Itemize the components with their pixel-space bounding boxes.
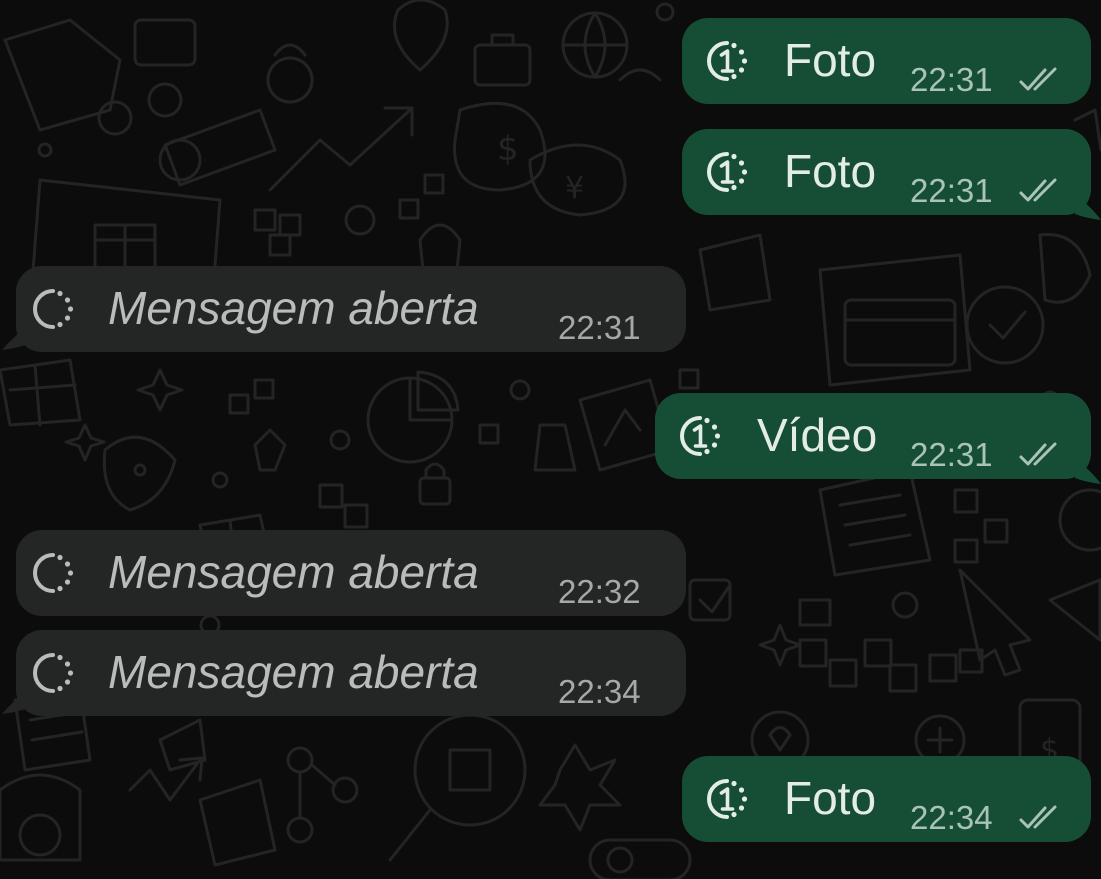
message-time: 22:31 <box>910 61 993 98</box>
message-time: 22:34 <box>558 673 641 710</box>
message-time: 22:32 <box>558 573 641 610</box>
message-bubble-outgoing[interactable]: Foto 22:34 <box>682 756 1091 842</box>
message-label: Foto <box>784 34 877 86</box>
message-label: Mensagem aberta <box>108 282 479 334</box>
message-time: 22:34 <box>910 799 993 836</box>
read-ticks-icon <box>1018 176 1062 206</box>
message-label: Foto <box>784 772 877 824</box>
read-ticks-icon <box>1018 65 1062 95</box>
message-label: Mensagem aberta <box>108 546 479 598</box>
view-once-opened-icon <box>32 652 74 694</box>
message-bubble-outgoing[interactable]: Vídeo 22:31 <box>655 393 1091 479</box>
message-time: 22:31 <box>558 309 641 346</box>
bubble-tail <box>1075 460 1101 486</box>
svg-text:$: $ <box>497 129 519 169</box>
message-bubble-incoming[interactable]: Mensagem aberta 22:31 <box>16 266 686 352</box>
message-bubble-outgoing[interactable]: Foto 22:31 <box>682 18 1091 104</box>
view-once-icon <box>706 151 748 193</box>
message-time: 22:31 <box>910 172 993 209</box>
message-label: Vídeo <box>757 409 878 461</box>
view-once-opened-icon <box>32 288 74 330</box>
view-once-icon <box>679 415 721 457</box>
message-bubble-outgoing[interactable]: Foto 22:31 <box>682 129 1091 215</box>
read-ticks-icon <box>1018 803 1062 833</box>
svg-text:¥: ¥ <box>565 171 584 206</box>
read-ticks-icon <box>1018 440 1062 470</box>
bubble-tail <box>0 690 28 716</box>
bubble-tail <box>0 326 28 352</box>
view-once-icon <box>706 40 748 82</box>
view-once-icon <box>706 778 748 820</box>
message-label: Mensagem aberta <box>108 646 479 698</box>
message-label: Foto <box>784 145 877 197</box>
message-time: 22:31 <box>910 436 993 473</box>
message-bubble-incoming[interactable]: Mensagem aberta 22:34 <box>16 630 686 716</box>
message-bubble-incoming[interactable]: Mensagem aberta 22:32 <box>16 530 686 616</box>
bubble-tail <box>1075 196 1101 222</box>
chat-view[interactable]: $ ¥ $ Foto 22:31 Foto 22:31 Mensagem abe… <box>0 0 1101 879</box>
view-once-opened-icon <box>32 552 74 594</box>
